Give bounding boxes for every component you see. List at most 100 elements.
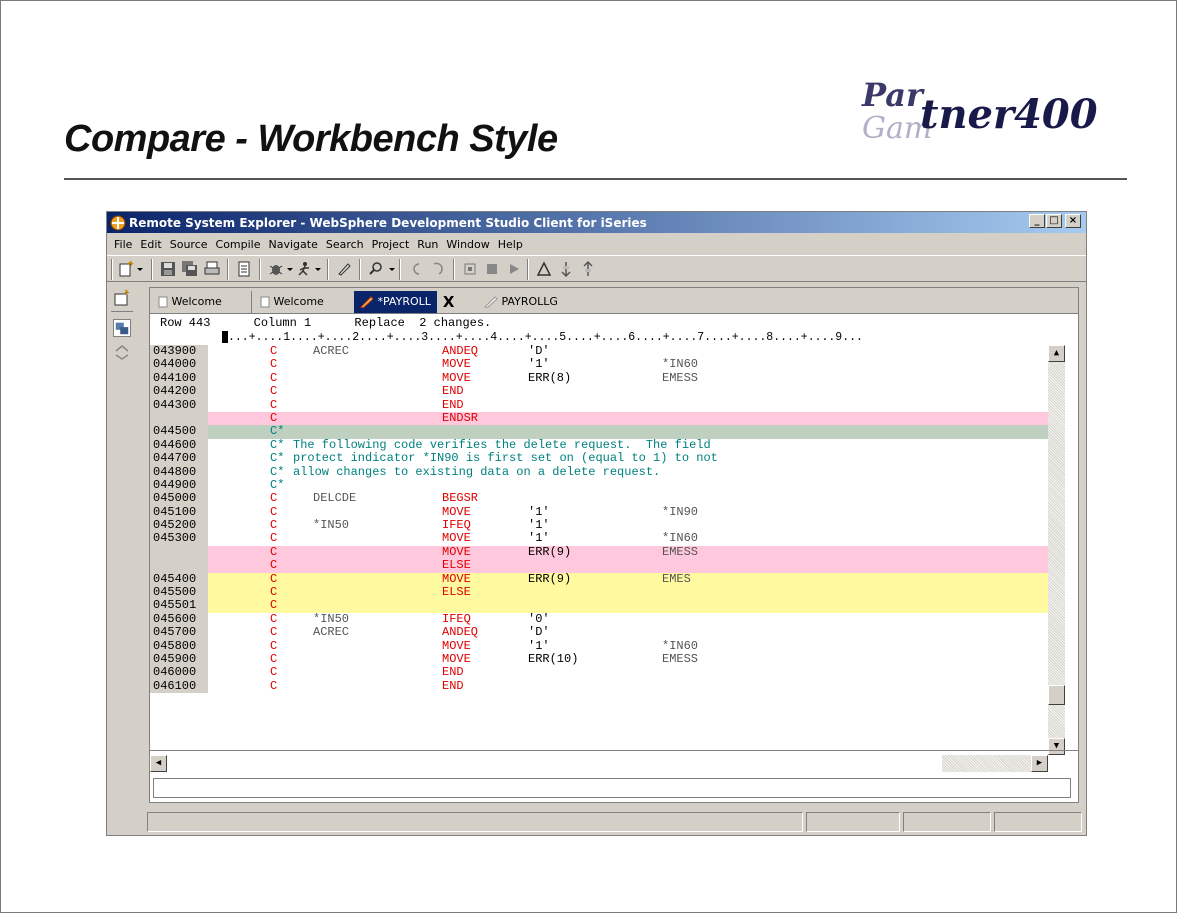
window-titlebar[interactable]: Remote System Explorer - WebSphere Devel… [107,212,1086,233]
pencil-icon[interactable] [335,260,353,278]
minimize-button[interactable]: _ [1029,214,1045,228]
source-line[interactable]: 044600 C* The following code verifies the … [150,438,1048,453]
spec-type: C [270,410,278,425]
spec-type: C [270,397,278,412]
forward-icon[interactable] [429,260,447,278]
print-icon[interactable] [203,260,221,278]
chevron-down-icon[interactable] [135,260,145,278]
toolbar-separator [227,259,229,280]
sequence-number: 045800 [150,639,208,653]
menu-search[interactable]: Search [322,238,368,251]
source-line[interactable]: 044800 C* allow changes to existing data o… [150,465,1048,479]
search-icon[interactable] [367,260,385,278]
source-line[interactable]: 044100 C MOVE ERR(8) EMESS [150,370,1048,386]
team-perspective-icon[interactable] [113,343,131,361]
spec-type: C [270,518,278,533]
source-line[interactable]: 045100 C MOVE '1' *IN90 [150,504,1048,520]
factor1: DELCDE [313,491,357,506]
source-line[interactable]: 045501 C [150,598,1048,613]
opcode: ENDSR [442,410,479,425]
source-line[interactable]: 043900 C ACREC ANDEQ 'D' [150,344,1048,359]
source-line[interactable]: C MOVE ERR(9) EMESS [150,545,1048,560]
source-editor[interactable]: Row 443 Column 1 Replace 2 changes. ...+… [150,315,1078,772]
source-line[interactable]: 045700 C ACREC ANDEQ 'D' [150,625,1048,640]
scroll-right-button[interactable]: ▶ [1031,755,1048,772]
chevron-down-icon[interactable] [387,260,397,278]
tab-payroll[interactable]: *PAYROLL X [354,291,461,313]
menu-project[interactable]: Project [368,238,414,251]
source-line[interactable]: 045200 C *IN50 IFEQ '1' [150,518,1048,533]
menu-file[interactable]: File [110,238,136,251]
scroll-up-button[interactable]: ▲ [1048,345,1065,362]
source-line[interactable]: 045000 C DELCDE BEGSR [150,491,1048,506]
tab-payrollg[interactable]: PAYROLLG [480,291,558,313]
spec-type: C [270,585,278,600]
toolbar-separator [453,259,455,280]
source-line[interactable]: 044200 C END [150,384,1048,399]
spec-type: C [270,504,278,519]
tab-close-button[interactable]: X [436,291,461,313]
tab-payroll-label[interactable]: *PAYROLL [354,291,437,313]
delta-icon[interactable] [535,260,553,278]
menu-window[interactable]: Window [442,238,493,251]
tab-welcome-2[interactable]: Welcome [256,291,352,313]
menu-help[interactable]: Help [494,238,527,251]
chevron-down-icon[interactable] [285,260,295,278]
source-line[interactable]: 045400 C MOVE ERR(9) EMES [150,572,1048,587]
open-perspective-icon[interactable] [113,289,131,307]
menu-run[interactable]: Run [413,238,442,251]
source-line[interactable]: 044700 C* protect indicator *IN90 is first… [150,451,1048,466]
scroll-left-button[interactable]: ◀ [150,755,167,772]
spec-type: C [270,558,278,573]
source-line[interactable]: 045500 C ELSE [150,585,1048,600]
scroll-thumb[interactable] [1048,685,1065,705]
stop-icon[interactable] [483,260,501,278]
source-line[interactable]: C ELSE [150,558,1048,573]
menu-navigate[interactable]: Navigate [265,238,322,251]
play-icon[interactable] [505,260,523,278]
rse-perspective-icon[interactable] [113,319,131,337]
tab-welcome-1[interactable]: Welcome [154,291,252,313]
source-line[interactable]: 045900 C MOVE ERR(10) EMESS [150,651,1048,667]
debug-icon[interactable] [267,260,285,278]
source-line[interactable]: 045800 C MOVE '1' *IN60 [150,638,1048,653]
source-line[interactable]: 044500 C* [150,424,1048,439]
save-all-icon[interactable] [181,260,199,278]
maximize-button[interactable]: □ [1046,214,1062,228]
opcode: MOVE [442,651,471,666]
source-line[interactable]: 044000 C MOVE '1' *IN60 [150,357,1048,372]
toolbar-separator [327,259,329,280]
source-line[interactable]: 046100 C END [150,679,1048,694]
horizontal-scrollbar[interactable]: ◀ ▶ [150,755,1048,772]
stop-outline-icon[interactable] [461,260,479,278]
spec-type: C* [270,477,285,492]
spec-type: C [270,598,278,613]
save-icon[interactable] [159,260,177,278]
command-input[interactable] [153,778,1071,798]
opcode: MOVE [442,638,471,653]
next-change-icon[interactable] [557,260,575,278]
source-line[interactable]: 045600 C *IN50 IFEQ '0' [150,612,1048,627]
scroll-thumb[interactable] [167,755,942,772]
back-icon[interactable] [407,260,425,278]
chevron-down-icon[interactable] [313,260,323,278]
sequence-number [150,559,208,573]
scroll-down-button[interactable]: ▼ [1048,738,1065,755]
source-line[interactable]: 046000 C END [150,665,1048,680]
factor1: *IN50 [313,518,350,533]
new-wizard-icon[interactable] [117,260,135,278]
run-icon[interactable] [295,260,313,278]
source-line[interactable]: 045300 C MOVE '1' *IN60 [150,532,1048,546]
menu-source[interactable]: Source [166,238,212,251]
source-lines[interactable]: 043900 C ACREC ANDEQ 'D' 044000 C MOVE '1' *IN60 0… [150,344,1048,694]
source-line[interactable]: 044900 C* [150,477,1048,493]
properties-icon[interactable] [235,260,253,278]
close-button[interactable]: × [1065,214,1081,228]
source-line[interactable]: 044300 C END [150,397,1048,412]
previous-change-icon[interactable] [579,260,597,278]
vertical-scrollbar[interactable]: ▲ ▼ [1048,345,1065,755]
spec-type: C [270,370,278,385]
menu-edit[interactable]: Edit [136,238,165,251]
menu-compile[interactable]: Compile [212,238,265,251]
source-line[interactable]: C ENDSR [150,410,1048,426]
